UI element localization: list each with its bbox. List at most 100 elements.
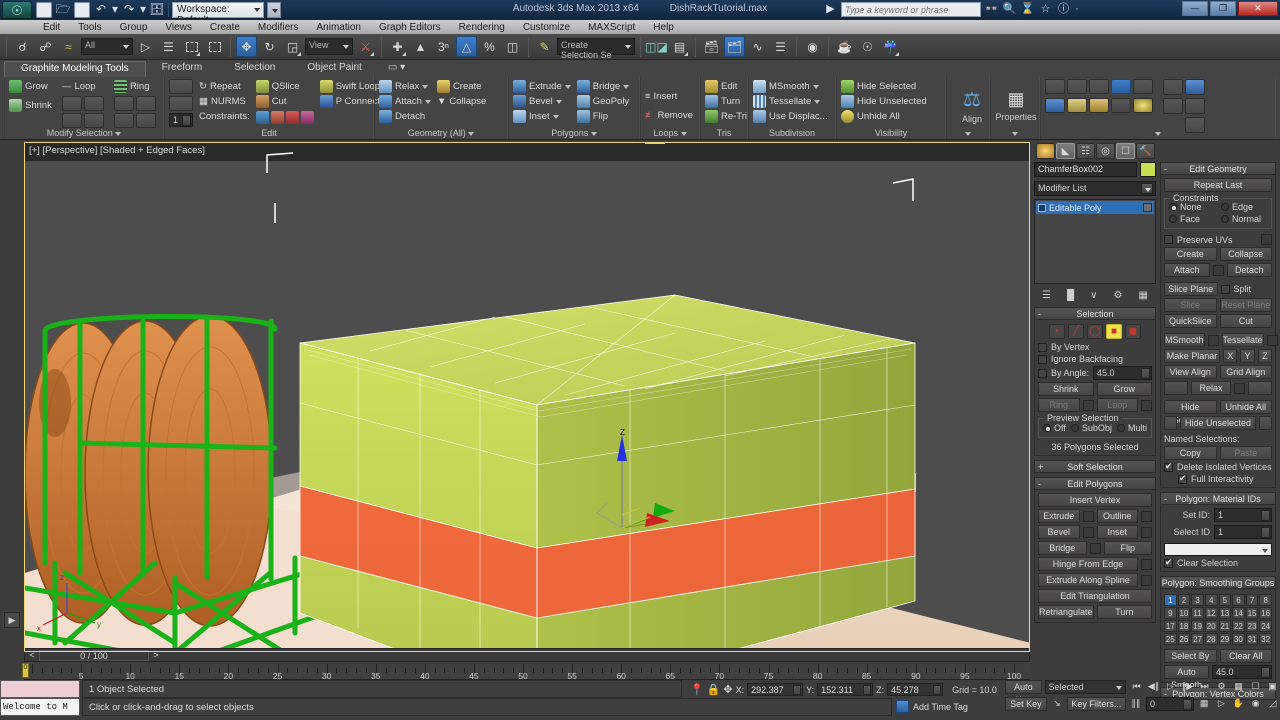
pin-icon[interactable]: 📍 [690,683,704,696]
extrude-settings-icon[interactable] [1083,511,1094,522]
next-frame-icon[interactable]: ∥▶ [1180,680,1195,694]
zoom-icon[interactable]: ▷ [1214,697,1228,711]
go-to-end-icon[interactable]: ⏭ [1197,680,1212,694]
time-slider-handle[interactable]: 0 [22,663,29,678]
slice-button[interactable]: Slice [1164,298,1217,312]
key-filters-button[interactable]: Key Filters... [1067,697,1126,711]
select-by-name-icon[interactable]: ☰ [158,36,179,57]
close-button[interactable]: ✕ [1238,1,1278,16]
copy-button[interactable]: Copy [1164,446,1217,460]
help-dropdown-icon[interactable]: · [1074,2,1080,17]
auto-smooth-spinner[interactable]: 45.0 [1212,665,1272,679]
extrude-spline-settings-icon[interactable] [1141,575,1152,586]
hierarchy-tab-icon[interactable]: ☷ [1076,143,1095,159]
rollup-header-soft-selection[interactable]: +Soft Selection [1034,460,1156,473]
menu-item-animation[interactable]: Animation [307,21,369,34]
ring-grow-button[interactable] [114,113,134,128]
smoothing-group-15[interactable]: 15 [1246,607,1259,619]
percent-snap-toggle-icon[interactable]: % [479,36,500,57]
smoothing-group-25[interactable]: 25 [1164,633,1177,645]
smoothing-group-5[interactable]: 5 [1219,594,1232,606]
preserve-uvs-checkbox[interactable]: Preserve UVs [1164,234,1272,245]
ribbon-button-geopoly[interactable]: GeoPoly [577,94,629,109]
ribbon-button-qslice[interactable]: QSlice [256,79,314,94]
key-mode-combo[interactable]: Selected [1045,680,1126,694]
smoothing-group-26[interactable]: 26 [1178,633,1191,645]
smoothing-group-11[interactable]: 11 [1191,607,1204,619]
element-sub-icon[interactable]: ◼ [1125,324,1141,339]
make-planar-z-button[interactable]: Z [1258,349,1272,363]
edit-named-selection-icon[interactable]: ✎ [534,36,555,57]
clear-all-button[interactable]: Clear All [1220,649,1273,663]
y-coordinate-field[interactable]: 152.311 [817,683,873,696]
edit-paint-tool-button[interactable] [169,96,193,111]
schematic-view-icon[interactable]: ☰ [770,36,791,57]
prev-frame-arrow[interactable]: < [25,650,39,660]
select-link-icon[interactable]: ☌ [12,36,33,57]
constraint-none-icon[interactable] [256,111,269,124]
zoom-extents-all-icon[interactable]: ▦ [1231,680,1246,694]
binoculars-icon[interactable]: 👓 [984,2,999,17]
ribbon-minimize-icon[interactable]: ▭ ▾ [378,61,411,77]
ribbon-button-hide-selected[interactable]: Hide Selected [841,79,941,94]
ref-coord-system-combo[interactable]: View [305,38,353,55]
delete-isolated-checkbox[interactable]: Delete Isolated Vertices [1164,462,1272,472]
by-angle-spinner[interactable]: 45.0 [1093,366,1152,380]
constraint-none-radio[interactable]: None [1169,202,1202,212]
edit-triangulation-button[interactable]: Edit Triangulation [1038,589,1152,603]
menu-item-modifiers[interactable]: Modifiers [249,21,308,34]
modify-tab-icon[interactable]: ◣ [1056,143,1075,159]
minimize-button[interactable]: — [1182,1,1208,16]
bevel-settings-icon[interactable] [1083,527,1094,538]
ribbon-button-use-displacement[interactable]: Use Displac... [753,109,831,124]
make-unique-icon[interactable]: ∨ [1090,290,1097,301]
key-mode-toggle-icon[interactable]: ⚙ [1214,680,1229,694]
shrink-button[interactable]: Shrink [1038,382,1094,396]
smoothing-group-22[interactable]: 22 [1232,620,1245,632]
by-vertex-checkbox[interactable]: By Vertex [1038,342,1152,352]
smoothing-group-4[interactable]: 4 [1205,594,1218,606]
z-coordinate-field[interactable]: 45.278 [887,683,943,696]
loop-grow-button[interactable] [62,113,82,128]
maximize-viewport-icon[interactable]: ◿ [1266,697,1280,711]
layer-manager-icon[interactable]: 🗃 [701,36,722,57]
material-name-combo[interactable] [1164,543,1272,556]
modifier-stack-list[interactable]: Editable Poly [1034,199,1156,284]
slice-plane-button[interactable]: Slice Plane [1164,282,1218,296]
subobject-edge-button[interactable] [1067,79,1087,94]
pan-icon[interactable]: ✋ [1231,697,1245,711]
ribbon-button-re-tri[interactable]: Re-Tri [705,109,743,124]
material-editor-icon[interactable]: ◉ [802,36,823,57]
smoothing-group-14[interactable]: 14 [1232,607,1245,619]
go-to-start-icon[interactable]: ⏮ [1129,680,1144,694]
smoothing-group-17[interactable]: 17 [1164,620,1177,632]
smoothing-group-9[interactable]: 9 [1164,607,1177,619]
smoothing-group-32[interactable]: 32 [1259,633,1272,645]
display-tab-icon[interactable]: ☐ [1116,143,1135,159]
attach-button[interactable]: Attach [1164,263,1210,277]
subobject-polygon-button[interactable] [1111,79,1131,94]
make-planar-y-button[interactable]: Y [1240,349,1254,363]
create-tab-icon[interactable] [1036,143,1055,159]
unlink-icon[interactable]: ☍ [35,36,56,57]
preview-subobj-radio[interactable]: SubObj [1071,423,1112,433]
constraint-normal-icon[interactable] [301,111,314,124]
select-rotate-icon[interactable]: ↻ [259,36,280,57]
x-coordinate-field[interactable]: 292.387 [747,683,803,696]
menu-item-customize[interactable]: Customize [514,21,579,34]
select-by-sg-button[interactable]: Select By SG [1164,649,1217,663]
smoothing-group-20[interactable]: 20 [1205,620,1218,632]
configure-sets-icon[interactable]: ▦ [1139,290,1148,301]
repeat-last-button[interactable]: Repeat Last [1164,178,1272,192]
help-icon[interactable]: ⓘ [1056,2,1071,17]
smoothing-group-18[interactable]: 18 [1178,620,1191,632]
preview-multi-radio[interactable]: Multi [1117,423,1147,433]
align-icon[interactable]: ▤ [669,36,690,57]
soft-selection-button[interactable] [1133,98,1153,113]
subobject-vertex-button[interactable] [1045,79,1065,94]
exchange-icon[interactable]: ⌛ [1020,2,1035,17]
ribbon-button-properties[interactable]: ▦ Properties [995,79,1037,131]
auto-key-button[interactable]: Auto Key [1005,680,1042,694]
motion-tab-icon[interactable]: ◎ [1096,143,1115,159]
add-time-tag-area[interactable]: Add Time Tag [896,700,968,713]
